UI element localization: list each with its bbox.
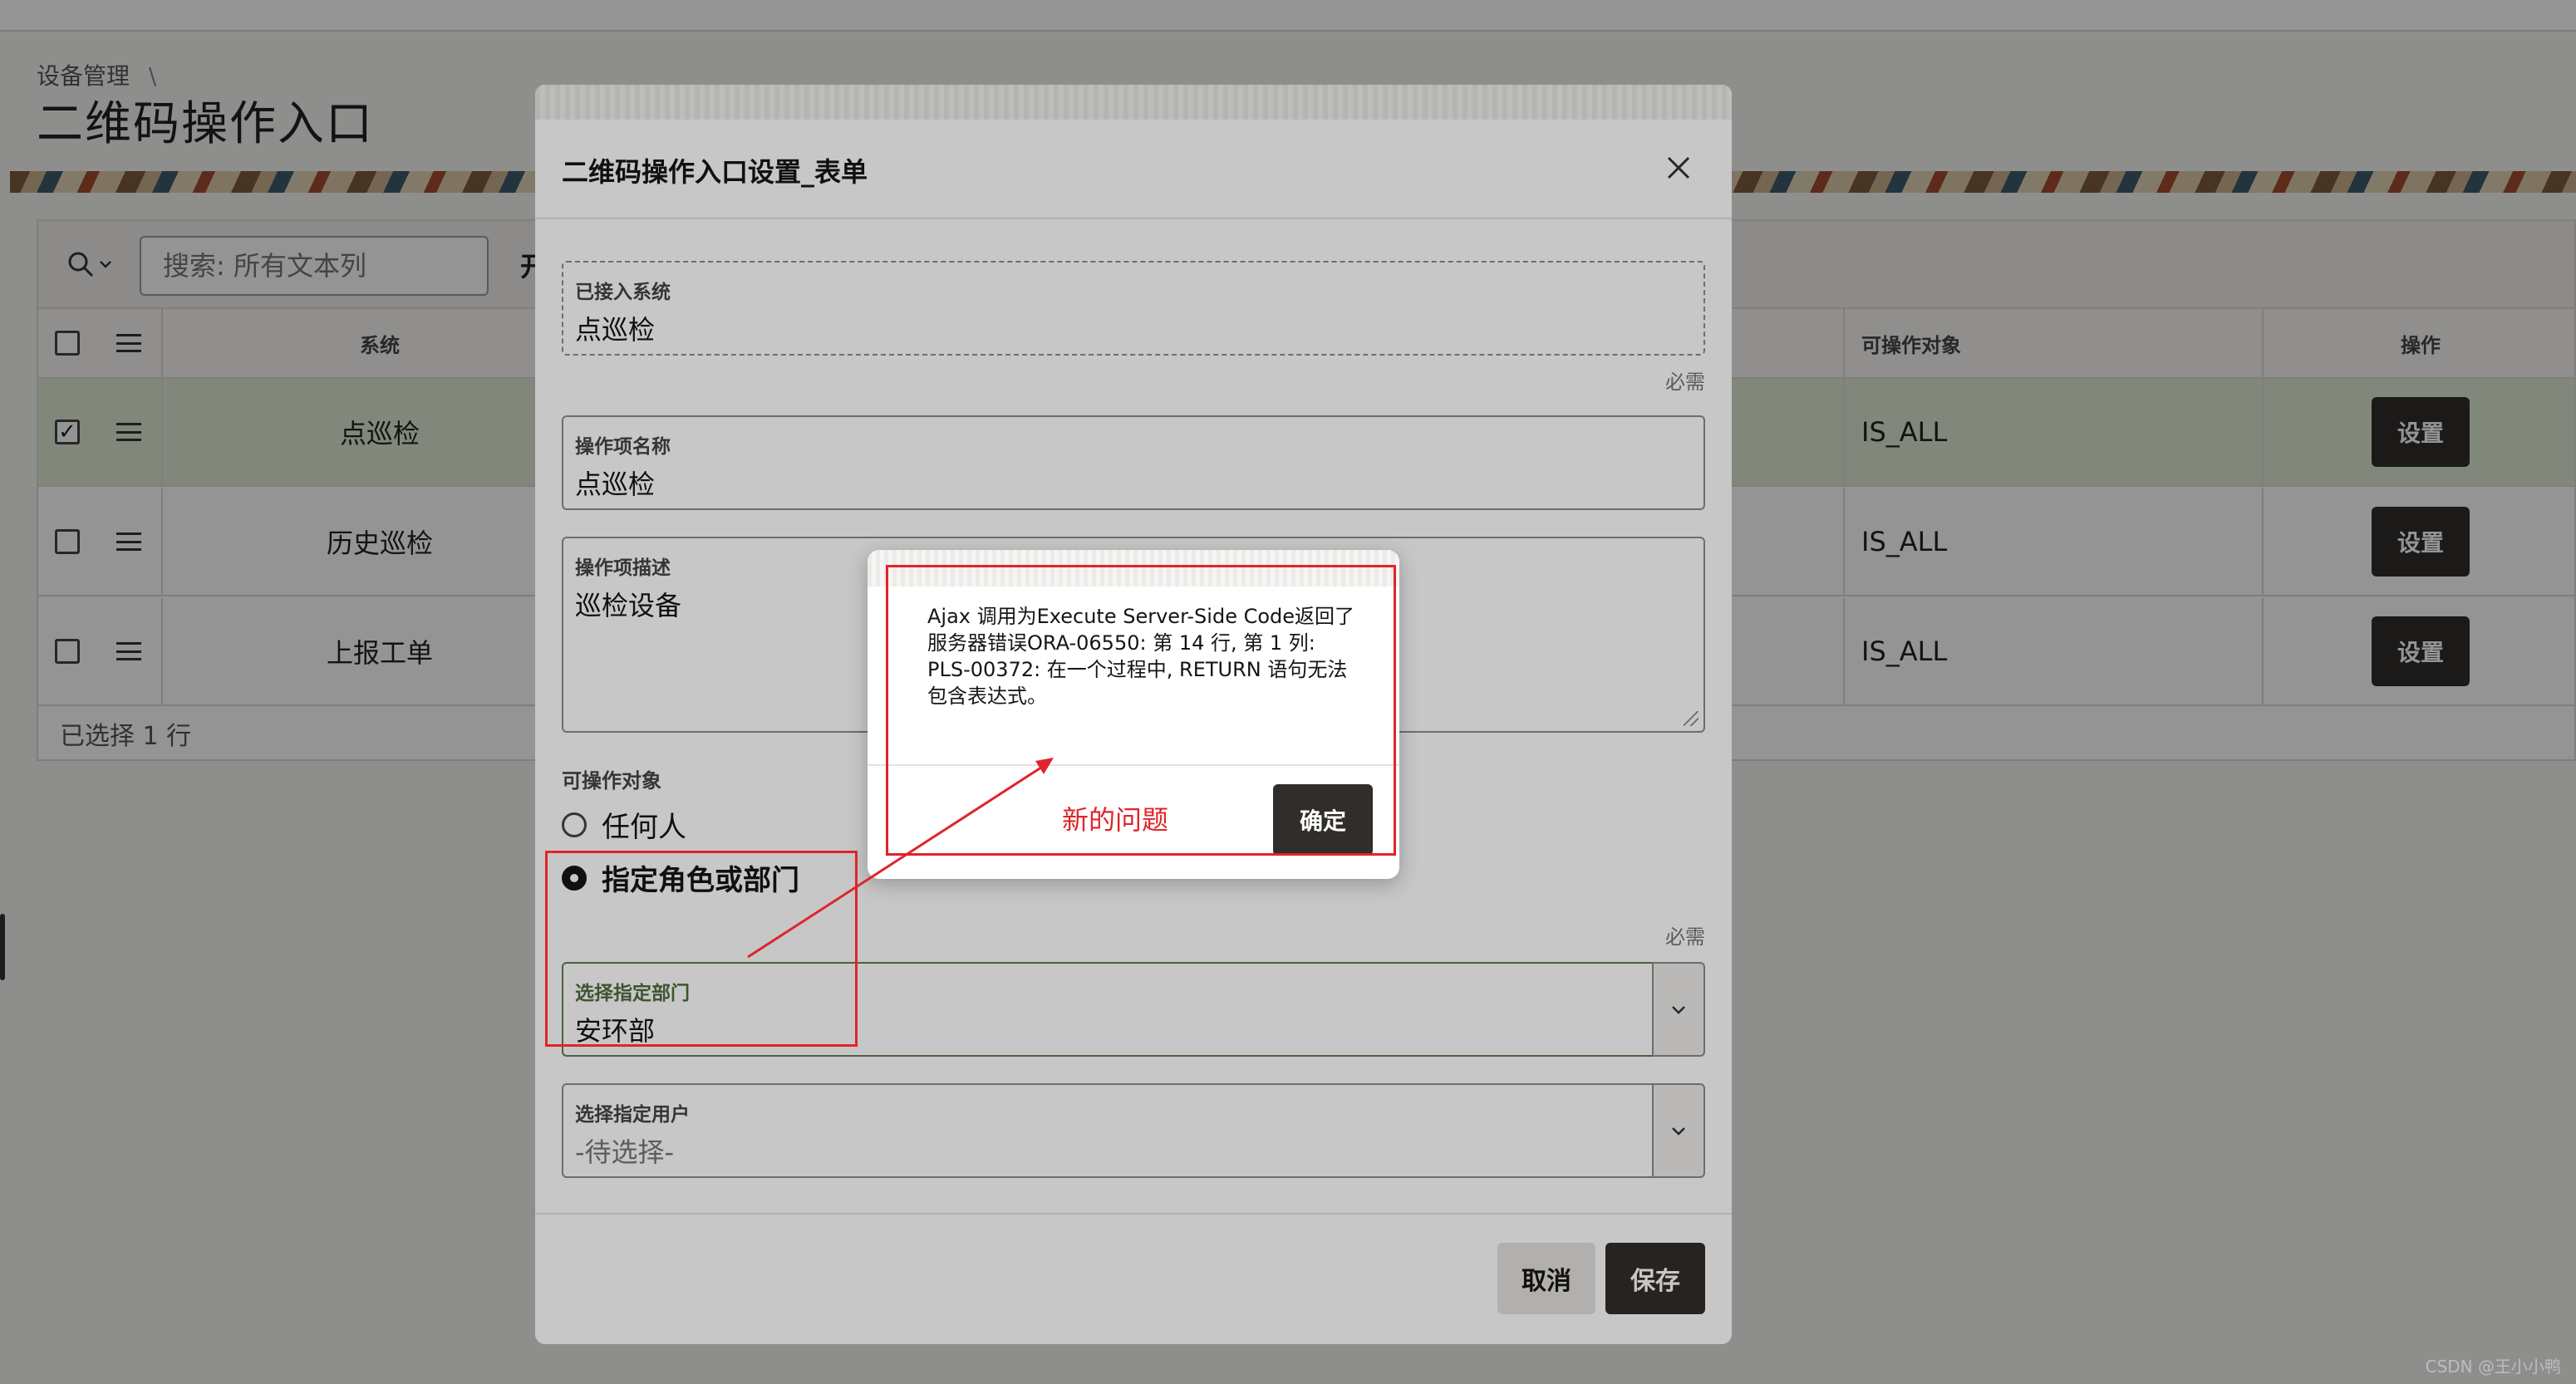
watermark: CSDN @王小小鸭 — [2425, 1357, 2561, 1377]
annotation-box-selection — [545, 851, 858, 1047]
annotation-label: 新的问题 — [1062, 804, 1169, 836]
